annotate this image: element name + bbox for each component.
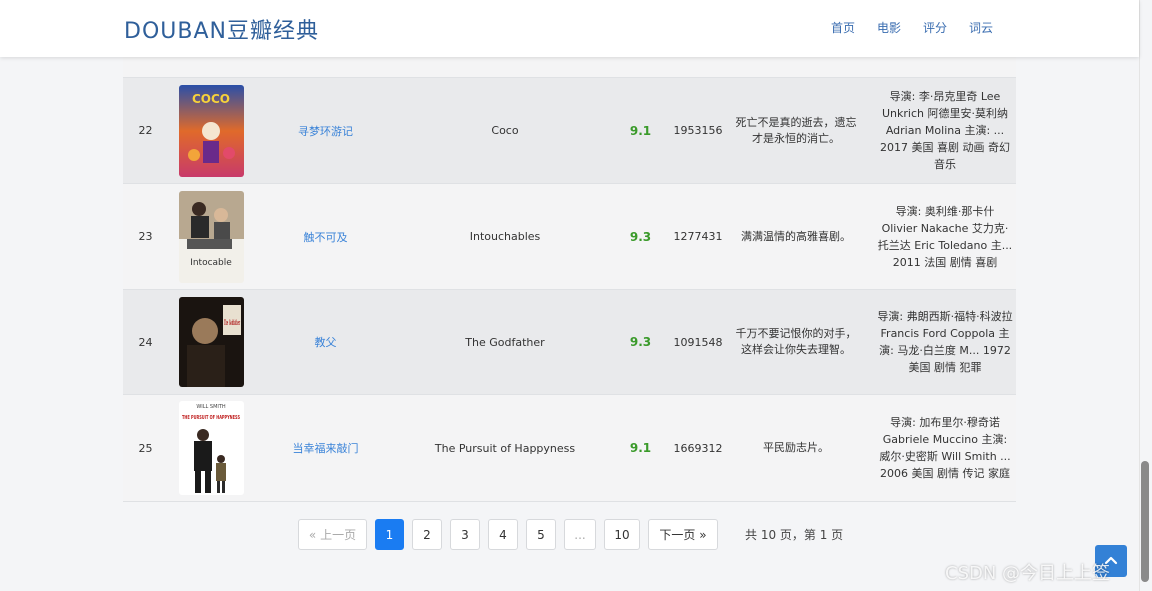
- movie-score: 9.1: [629, 441, 652, 455]
- movie-quote: 平民励志片。: [763, 441, 829, 454]
- movie-poster[interactable]: Intocable: [178, 190, 244, 283]
- movie-english-title: Intouchables: [469, 230, 541, 243]
- nav-link-home[interactable]: 首页: [820, 19, 866, 36]
- movie-poster[interactable]: WILL SMITH THE PURSUIT OF HAPPYNESS: [178, 401, 244, 495]
- movie-score: 9.1: [629, 123, 652, 138]
- table-row: 22 COCO 寻梦环游记 Coco 9.1 1953156 死亡不是真的逝去，…: [123, 78, 1016, 184]
- movie-poster[interactable]: The Godfather: [178, 297, 244, 387]
- poster-title-text: COCO: [191, 92, 229, 106]
- movie-info: 导演: 李·昂克里奇 Lee Unkrich 阿德里安·莫利纳 Adrian M…: [880, 90, 1010, 171]
- movie-votes: 1091548: [673, 335, 723, 349]
- movie-english-title: Coco: [491, 124, 519, 137]
- rank-cell: 22: [138, 124, 153, 137]
- rank-cell: 23: [138, 230, 153, 243]
- page-button-2[interactable]: 2: [412, 519, 442, 550]
- nav-link-movies[interactable]: 电影: [866, 19, 912, 36]
- movie-votes: 1669312: [673, 441, 723, 455]
- movie-votes: 1953156: [673, 124, 723, 137]
- rank-cell: 24: [138, 335, 153, 349]
- poster-title-text: Intocable: [190, 258, 232, 268]
- poster-cell: COCO: [175, 78, 247, 183]
- next-page-button[interactable]: 下一页 »: [648, 519, 718, 550]
- watermark: CSDN @今日上上签: [945, 563, 1111, 584]
- poster-title-text: The Godfather: [224, 318, 240, 327]
- movie-title-link[interactable]: 当幸福来敲门: [253, 395, 398, 501]
- movie-votes: 1277431: [673, 230, 723, 243]
- movie-english-title: The Pursuit of Happyness: [434, 441, 576, 455]
- top-navbar: DOUBAN豆瓣经典 首页 电影 评分 词云: [0, 0, 1139, 57]
- movie-score: 9.3: [629, 335, 652, 349]
- nav-link-ratings[interactable]: 评分: [912, 19, 958, 36]
- movie-title-link[interactable]: 触不可及: [253, 184, 398, 289]
- scrollbar-thumb[interactable]: [1141, 461, 1149, 582]
- poster-cell: Intocable: [175, 184, 247, 289]
- movie-english-title: The Godfather: [465, 335, 545, 349]
- movie-info: 导演: 奥利维·那卡什 Olivier Nakache 艾力克·托兰达 Eric…: [877, 204, 1013, 269]
- table-row: 24 The Godfather 教父 The Godfather 9.3 10…: [123, 290, 1016, 395]
- page-summary: 共 10 页，第 1 页: [745, 528, 844, 542]
- page-button-4[interactable]: 4: [488, 519, 518, 550]
- movie-info: 导演: 加布里尔·穆奇诺 Gabriele Muccino 主演: 威尔·史密斯…: [879, 416, 1011, 480]
- movie-quote: 死亡不是真的逝去，遗忘才是永恒的消亡。: [735, 115, 857, 145]
- page-button-1[interactable]: 1: [375, 519, 404, 550]
- poster-cell: WILL SMITH THE PURSUIT OF HAPPYNESS: [175, 395, 247, 501]
- poster-cell: The Godfather: [175, 290, 247, 394]
- movie-title-link[interactable]: 教父: [253, 290, 398, 394]
- page-button-3[interactable]: 3: [450, 519, 480, 550]
- prev-page-button[interactable]: « 上一页: [298, 519, 367, 550]
- movie-score: 9.3: [629, 229, 652, 244]
- poster-title-text: THE PURSUIT OF HAPPYNESS: [182, 415, 240, 421]
- movie-info: 导演: 弗朗西斯·福特·科波拉 Francis Ford Coppola 主演:…: [877, 310, 1013, 374]
- rank-cell: 25: [138, 441, 153, 455]
- movie-title-link[interactable]: 寻梦环游记: [253, 78, 398, 183]
- nav-link-wordcloud[interactable]: 词云: [958, 19, 1004, 36]
- poster-actor-text: WILL SMITH: [196, 404, 226, 410]
- pagination: « 上一页 1 2 3 4 5 ... 10 下一页 »: [298, 519, 726, 550]
- nav-links: 首页 电影 评分 词云: [820, 19, 1004, 36]
- table-row: 25 WILL SMITH THE PURSUIT OF HAPPYNESS 当…: [123, 395, 1016, 502]
- page-ellipsis: ...: [564, 519, 596, 550]
- movie-quote: 千万不要记恨你的对手，这样会让你失去理智。: [735, 327, 857, 356]
- movie-poster[interactable]: COCO: [178, 84, 244, 177]
- site-brand[interactable]: DOUBAN豆瓣经典: [124, 13, 319, 45]
- page-button-10[interactable]: 10: [604, 519, 640, 550]
- table-row: 23 Intocable 触不可及 Intouchables 9.3 12774…: [123, 184, 1016, 290]
- movie-quote: 满满温情的高雅喜剧。: [741, 229, 851, 243]
- page-button-5[interactable]: 5: [526, 519, 556, 550]
